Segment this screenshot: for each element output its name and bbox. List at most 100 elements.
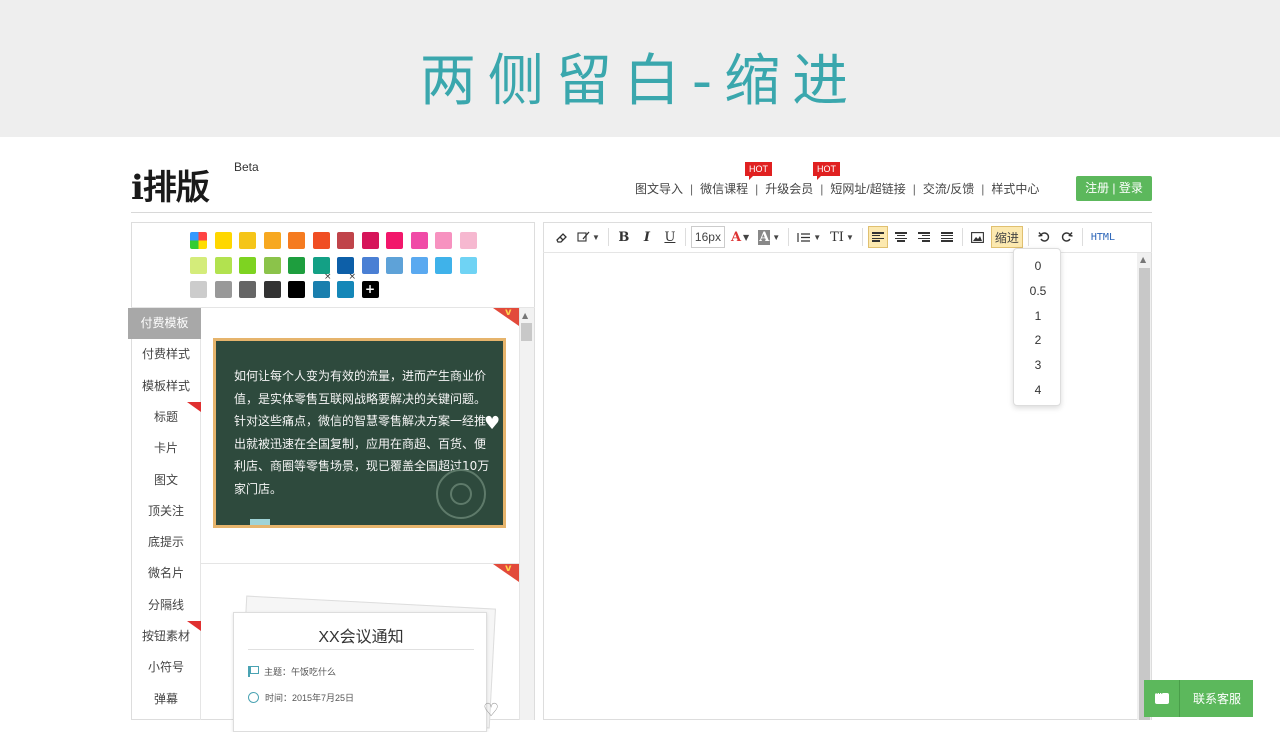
color-swatch[interactable] <box>190 256 207 274</box>
register-login-button[interactable]: 注册 | 登录 <box>1076 176 1152 201</box>
editor-scrollbar-thumb[interactable] <box>1139 268 1150 720</box>
nav-short-url[interactable]: 短网址/超链接 <box>825 180 910 197</box>
background-color-button[interactable]: A ▼ <box>755 226 783 248</box>
color-swatch[interactable] <box>288 256 305 274</box>
color-swatch[interactable] <box>239 281 256 298</box>
eraser-button[interactable] <box>551 226 571 248</box>
heading-button[interactable]: TI ▼ <box>827 226 857 248</box>
indent-option-1[interactable]: 1 <box>1014 309 1062 323</box>
line-height-button[interactable]: ▼ <box>794 226 824 248</box>
bg-color-glyph: A <box>758 229 771 245</box>
vip-corner-icon: v <box>493 307 519 326</box>
color-swatch[interactable] <box>435 232 452 249</box>
indent-option-4[interactable]: 4 <box>1014 383 1062 397</box>
font-color-button[interactable]: A ▼ <box>728 226 752 248</box>
insert-image-button[interactable] <box>968 226 988 248</box>
color-swatch[interactable] <box>190 281 207 298</box>
color-swatch[interactable] <box>214 281 232 298</box>
nav-wechat-course[interactable]: 微信课程 <box>695 180 753 197</box>
indent-option-0[interactable]: 0 <box>1014 259 1062 273</box>
color-swatch[interactable] <box>410 232 428 249</box>
color-swatch[interactable] <box>239 256 256 274</box>
indent-option-2[interactable]: 2 <box>1014 333 1062 347</box>
color-swatch-saved[interactable]: × <box>337 272 356 298</box>
category-bottom-tip[interactable]: 底提示 <box>131 527 201 558</box>
color-swatch[interactable] <box>361 232 379 249</box>
color-swatch[interactable] <box>263 256 281 274</box>
indent-button[interactable]: 缩进 <box>990 226 1023 248</box>
template-card-blackboard[interactable]: 如何让每个人变为有效的流量，进而产生商业价值，是实体零售互联网战略要解决的关键问… <box>213 338 506 528</box>
underline-button[interactable]: U <box>660 226 680 248</box>
category-symbols[interactable]: 小符号 <box>131 652 201 683</box>
color-swatch[interactable] <box>263 281 281 298</box>
category-danmaku[interactable]: 弹幕 <box>131 684 201 715</box>
font-size-select[interactable]: 16px <box>690 226 725 248</box>
favorite-heart-icon[interactable]: ♡ <box>483 700 499 721</box>
color-swatch[interactable] <box>312 232 330 249</box>
hot-badge: HOT <box>745 162 772 180</box>
color-swatch[interactable] <box>361 256 379 274</box>
html-source-button[interactable]: HTML <box>1088 226 1118 248</box>
category-label: 按钮素材 <box>141 629 190 643</box>
category-card[interactable]: 卡片 <box>131 433 201 464</box>
category-divider[interactable]: 分隔线 <box>131 590 201 621</box>
category-label: 标题 <box>153 409 178 424</box>
color-swatch-custom[interactable] <box>190 232 207 249</box>
category-template-style[interactable]: 模板样式 <box>131 371 201 402</box>
color-swatch[interactable] <box>312 256 330 274</box>
color-swatch[interactable] <box>214 232 232 249</box>
category-top-follow[interactable]: 顶关注 <box>131 496 201 527</box>
add-color-button[interactable]: + <box>361 281 379 298</box>
favorite-heart-icon[interactable]: ♥ <box>484 413 500 434</box>
template-scrollbar-thumb[interactable] <box>521 323 532 341</box>
category-paid-style[interactable]: 付费样式 <box>131 339 201 370</box>
color-swatch[interactable] <box>459 232 477 249</box>
template-scrollbar[interactable] <box>519 308 534 720</box>
color-swatch[interactable] <box>263 232 281 249</box>
slide-title: 两侧留白-缩进 <box>419 49 861 114</box>
color-swatch[interactable] <box>239 232 256 249</box>
remove-icon[interactable]: × <box>324 272 332 282</box>
scroll-up-arrow-icon[interactable]: ▲ <box>522 311 528 320</box>
color-swatch[interactable] <box>386 256 403 274</box>
template-card-notice[interactable]: XX会议通知 主题：午饭吃什么 时间：2015年7月25日 <box>233 612 487 732</box>
color-swatch[interactable] <box>288 232 305 249</box>
indent-option-0-5[interactable]: 0.5 <box>1014 284 1062 298</box>
color-swatch-saved[interactable]: × <box>312 272 332 298</box>
color-swatch[interactable] <box>459 256 477 274</box>
bold-button[interactable]: B <box>614 226 634 248</box>
format-brush-button[interactable]: ▼ <box>574 226 603 248</box>
indent-option-3[interactable]: 3 <box>1014 358 1062 372</box>
nav-feedback[interactable]: 交流/反馈 <box>918 180 979 197</box>
color-swatch[interactable] <box>337 232 354 249</box>
align-left-button[interactable] <box>867 226 888 248</box>
align-justify-button[interactable] <box>937 226 957 248</box>
align-center-button[interactable] <box>891 226 911 248</box>
remove-icon[interactable]: × <box>348 272 356 282</box>
category-micro-card[interactable]: 微名片 <box>131 558 201 589</box>
nav-upgrade-member[interactable]: 升级会员 <box>760 180 818 197</box>
scroll-up-arrow-icon[interactable]: ▲ <box>1140 255 1146 264</box>
nav-import[interactable]: 图文导入 <box>630 180 688 197</box>
contact-service-button[interactable]: 联系客服 <box>1144 680 1253 717</box>
logo[interactable]: i排版 <box>131 160 210 209</box>
category-paid-template[interactable]: 付费模板 <box>128 308 201 339</box>
align-justify-icon <box>940 232 953 242</box>
category-button-material[interactable]: 按钮素材 <box>131 621 201 652</box>
category-image-text[interactable]: 图文 <box>131 465 201 496</box>
vip-corner-icon: v <box>493 563 519 582</box>
new-flag-icon <box>187 621 201 631</box>
align-right-button[interactable] <box>914 226 934 248</box>
color-swatch[interactable] <box>337 256 354 274</box>
italic-button[interactable]: I <box>637 226 657 248</box>
redo-button[interactable] <box>1057 226 1077 248</box>
color-swatch[interactable] <box>214 256 232 274</box>
nav-style-center[interactable]: 样式中心 <box>986 180 1044 197</box>
color-swatch[interactable] <box>288 281 305 298</box>
color-swatch[interactable] <box>410 256 428 274</box>
category-title[interactable]: 标题 <box>131 401 201 433</box>
color-swatch[interactable] <box>435 256 452 274</box>
color-swatch[interactable] <box>386 232 403 249</box>
undo-button[interactable] <box>1034 226 1054 248</box>
editor-toolbar: ▼ B I U 16px A ▼ A ▼ ▼ TI ▼ 缩进 HTML <box>543 222 1152 253</box>
